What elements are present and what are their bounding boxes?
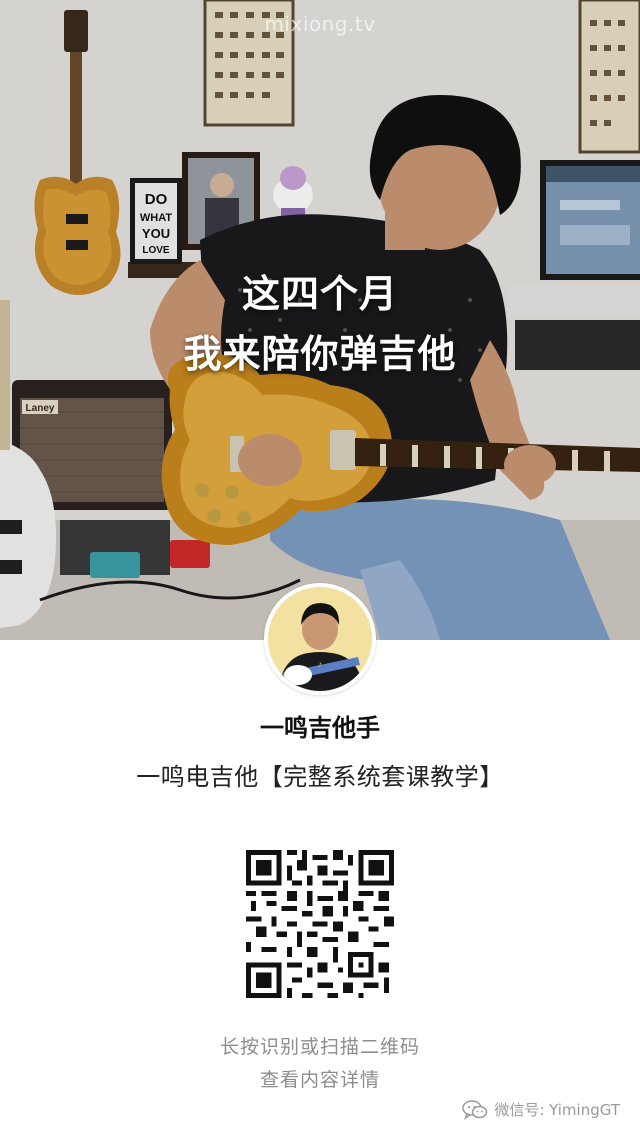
- hero-image: DO WHAT YOU LOVE Laney mixiong.tv 这四个月 我…: [0, 0, 640, 640]
- qr-hint-line-1: 长按识别或扫描二维码: [219, 1036, 420, 1058]
- hero-caption-line-1: 这四个月: [241, 272, 398, 316]
- watermark-text: mixiong.tv: [264, 12, 376, 36]
- svg-text:♪: ♪: [318, 659, 323, 669]
- hero-caption-line-2: 我来陪你弹吉他: [183, 332, 457, 376]
- avatar-image: ♪: [268, 587, 372, 691]
- account-description: 一鸣电吉他【完整系统套课教学】: [136, 763, 504, 791]
- wechat-id-footer: 微信号: YimingGT: [462, 1099, 620, 1120]
- wechat-id-label: 微信号: YimingGT: [494, 1101, 620, 1119]
- qr-hint-line-2: 查看内容详情: [259, 1069, 380, 1091]
- account-name: 一鸣吉他手: [260, 714, 380, 742]
- wechat-icon: [462, 1099, 488, 1120]
- hero-illustration: DO WHAT YOU LOVE Laney: [0, 0, 640, 640]
- qr-code-image: [246, 850, 394, 998]
- qr-code[interactable]: [246, 850, 394, 998]
- account-avatar[interactable]: ♪: [264, 583, 376, 695]
